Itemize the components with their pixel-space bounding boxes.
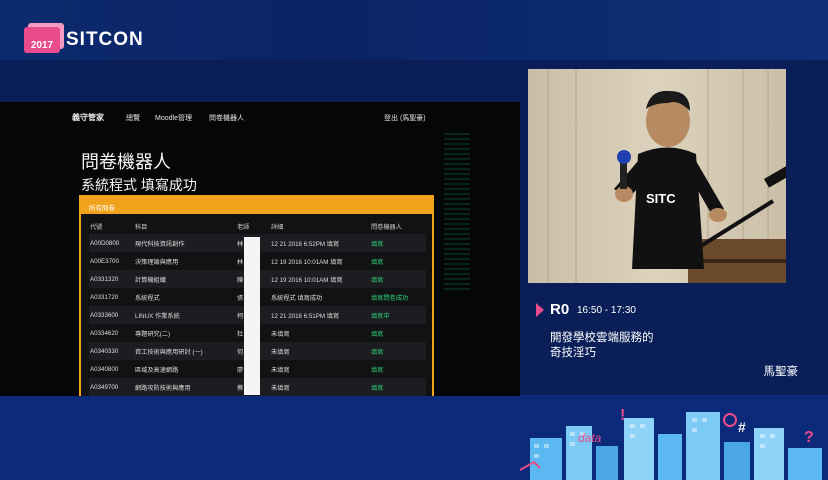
row-detail: 未填寫 <box>270 342 370 360</box>
session-title-line1: 開發學校雲端服務的 <box>550 332 654 344</box>
row-detail: 未填寫 <box>271 330 290 338</box>
table-header-row: 代號 科目 老師 詳細 問卷機器人 <box>89 218 426 234</box>
row-subject: 現代科技資訊創作 <box>134 234 236 252</box>
row-subject: 系統程式 <box>135 294 160 302</box>
row-subject: 網路攻防技術與應用 <box>134 378 236 396</box>
projection-glitch <box>444 130 470 290</box>
city-skyline-decoration: data ! # ? <box>520 407 822 480</box>
row-bot-link[interactable]: 填寫 <box>370 378 426 396</box>
row-code: A0340330 <box>89 342 134 360</box>
row-bot-link[interactable]: 填寫中 <box>370 306 426 324</box>
svg-text:?: ? <box>804 429 814 446</box>
row-bot-link[interactable]: 填寫 <box>370 324 426 342</box>
row-detail: 未填寫 <box>271 366 290 374</box>
row-code: A00D0800 <box>89 234 134 252</box>
logo-year-badge: 2017 <box>24 27 60 53</box>
row-code: A0334620 <box>90 329 119 337</box>
row-subject: 計算機組織 <box>134 270 236 288</box>
nav-item-moodle[interactable]: Moodle管理 <box>155 113 192 123</box>
row-code: A00E3700 <box>90 257 119 265</box>
col-teacher: 老師 <box>237 223 250 231</box>
svg-text:SITC: SITC <box>646 191 676 206</box>
speaker-name: 馬聖豪 <box>763 366 799 378</box>
row-subject: 區域及高速網路 <box>135 366 179 374</box>
row-subject: 專題研究(二) <box>135 330 171 338</box>
row-code: A0340800 <box>90 365 119 373</box>
row-bot-link[interactable]: 填寫 <box>370 270 426 288</box>
panel-title: 所有問卷 <box>81 197 432 214</box>
col-detail: 詳細 <box>271 223 284 231</box>
redaction-bar <box>244 237 260 395</box>
row-detail: 12 21 2016 6:51PM 填寫 <box>270 306 370 324</box>
doodle-data-text: data <box>578 431 602 445</box>
session-title-line2: 奇技淫巧 <box>550 347 596 359</box>
nav-item-survey-bot[interactable]: 問卷機器人 <box>209 113 244 123</box>
logo-text: SITCON <box>66 29 144 50</box>
session-room: R0 <box>550 301 570 318</box>
projected-screen: 義守管家 總覽 Moodle管理 問卷機器人 登出 (馬聖豪) 問卷機器人 系統… <box>0 102 520 396</box>
col-subject: 科目 <box>135 223 148 231</box>
row-code: A0349700 <box>89 378 134 396</box>
row-bot-link[interactable]: 填寫 <box>370 360 426 378</box>
navbar-brand[interactable]: 義守管家 <box>72 112 104 123</box>
session-time: 16:50 - 17:30 <box>577 305 636 316</box>
row-subject: 決策理論與應用 <box>135 258 179 266</box>
row-bot-link[interactable]: 填寫問卷成功 <box>370 288 426 306</box>
row-code: A0331320 <box>89 270 134 288</box>
row-detail: 12 21 2016 6:52PM 填寫 <box>270 234 370 252</box>
row-detail: 12 19 2016 10:01AM 填寫 <box>270 270 370 288</box>
svg-text:!: ! <box>620 407 625 424</box>
row-detail: 12 19 2016 10:01AM 填寫 <box>271 258 343 266</box>
row-code: A0331720 <box>90 293 119 301</box>
success-message: 系統程式 填寫成功 <box>81 177 197 193</box>
session-title: 開發學校雲端服務的 奇技淫巧 <box>550 331 654 361</box>
nav-item-overview[interactable]: 總覽 <box>126 113 140 123</box>
row-code: A0333600 <box>89 306 134 324</box>
svg-text:#: # <box>738 419 746 435</box>
page-title: 問卷機器人 <box>81 152 171 172</box>
row-bot-link[interactable]: 填寫 <box>370 342 426 360</box>
speaker-video: SITC <box>528 69 786 283</box>
row-subject: LINUX 作業系統 <box>134 306 236 324</box>
row-bot-link[interactable]: 填寫 <box>370 234 426 252</box>
col-bot: 問卷機器人 <box>371 223 402 231</box>
row-subject: 資工技術與應用研討 (一) <box>134 342 236 360</box>
logout-link[interactable]: 登出 (馬聖豪) <box>384 113 426 123</box>
play-marker-icon <box>536 303 544 317</box>
row-detail: 未填寫 <box>270 378 370 396</box>
sitcon-logo: 2017 SITCON <box>24 27 144 53</box>
app-navbar: 義守管家 總覽 Moodle管理 問卷機器人 登出 (馬聖豪) <box>72 110 440 126</box>
col-code: 代號 <box>90 223 103 231</box>
row-bot-link[interactable]: 填寫 <box>370 252 426 270</box>
row-detail: 系統程式 填寫成功 <box>271 294 323 302</box>
